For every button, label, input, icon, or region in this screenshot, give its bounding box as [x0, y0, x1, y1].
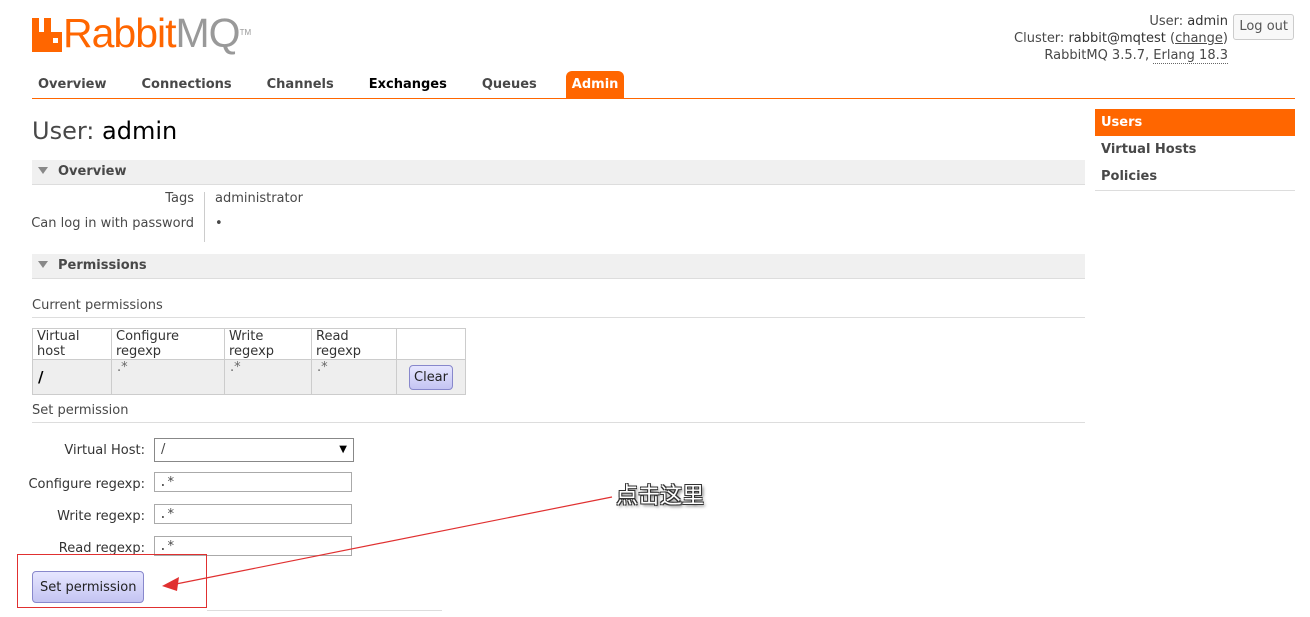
vhost-select-value: / [161, 442, 166, 457]
user-info: User: admin Cluster: rabbit@mqtest (chan… [1014, 14, 1228, 64]
write-label: Write regexp: [57, 509, 145, 524]
version-text: RabbitMQ 3.5.7, [1044, 48, 1150, 63]
cell-action: Clear [396, 359, 466, 395]
logout-button[interactable]: Log out [1233, 14, 1294, 40]
permissions-section-title: Permissions [58, 258, 147, 273]
tab-exchanges[interactable]: Exchanges [363, 71, 453, 98]
tags-label: Tags [165, 191, 194, 206]
cluster-name: rabbit@mqtest [1068, 31, 1166, 46]
user-label: User: [1149, 14, 1184, 29]
cell-vhost: / [32, 359, 112, 395]
dropdown-arrow-icon: ▼ [339, 444, 347, 455]
vhost-select[interactable]: / ▼ [154, 438, 354, 462]
cluster-label: Cluster: [1014, 31, 1065, 46]
overview-section-header[interactable]: Overview [32, 160, 1085, 185]
collapse-triangle-icon [38, 167, 48, 174]
change-cluster-link[interactable]: change [1175, 31, 1223, 46]
configure-input[interactable]: .* [154, 472, 352, 492]
permissions-section-header[interactable]: Permissions [32, 254, 1085, 279]
rabbit-logo-icon [32, 18, 62, 52]
clear-button[interactable]: Clear [409, 364, 453, 390]
current-permissions-heading: Current permissions [32, 297, 1085, 318]
annotation-text: 点击这里 [616, 484, 705, 509]
sidebar-item-users[interactable]: Users [1095, 109, 1295, 136]
logo-wordmark: RabbitMQTM [63, 10, 252, 56]
tab-admin[interactable]: Admin [565, 71, 625, 98]
tab-channels[interactable]: Channels [261, 71, 340, 98]
annotation-highlight-box [17, 554, 207, 608]
cell-write: .* [224, 359, 312, 395]
page-title-prefix: User: [32, 117, 95, 145]
configure-label: Configure regexp: [28, 477, 145, 492]
login-value: • [215, 216, 223, 231]
tags-value: administrator [215, 191, 303, 206]
collapse-triangle-icon [38, 261, 48, 268]
tab-connections[interactable]: Connections [136, 71, 238, 98]
permissions-table: Virtual host Configure regexp Write rege… [32, 328, 466, 395]
col-virtual-host: Virtual host [32, 328, 112, 360]
table-row: / .* .* .* Clear [32, 359, 466, 395]
col-write-regexp: Write regexp [224, 328, 312, 360]
overview-section-title: Overview [58, 164, 127, 179]
cell-read: .* [311, 359, 397, 395]
vhost-label: Virtual Host: [64, 443, 145, 458]
tab-overview[interactable]: Overview [32, 71, 113, 98]
read-input[interactable]: .* [154, 536, 352, 556]
page-title-name: admin [102, 117, 178, 145]
facts-divider [204, 192, 205, 242]
main-nav: Overview Connections Channels Exchanges … [32, 71, 625, 98]
write-input[interactable]: .* [154, 504, 352, 524]
set-permission-heading: Set permission [32, 402, 1085, 423]
rabbitmq-logo[interactable]: RabbitMQTM [32, 10, 252, 56]
page-title: User: admin [32, 117, 177, 145]
tab-queues[interactable]: Queues [476, 71, 543, 98]
table-header-row: Virtual host Configure regexp Write rege… [32, 328, 466, 360]
sidebar-item-virtual-hosts[interactable]: Virtual Hosts [1095, 136, 1295, 163]
col-read-regexp: Read regexp [311, 328, 397, 360]
admin-sidebar: Users Virtual Hosts Policies [1095, 109, 1295, 191]
erlang-version: Erlang 18.3 [1153, 48, 1228, 64]
sidebar-item-policies[interactable]: Policies [1095, 163, 1295, 191]
login-label: Can log in with password [31, 216, 194, 231]
user-name: admin [1187, 14, 1228, 29]
col-actions [396, 328, 466, 360]
nav-divider [32, 98, 1295, 99]
col-configure-regexp: Configure regexp [111, 328, 225, 360]
cell-configure: .* [111, 359, 225, 395]
